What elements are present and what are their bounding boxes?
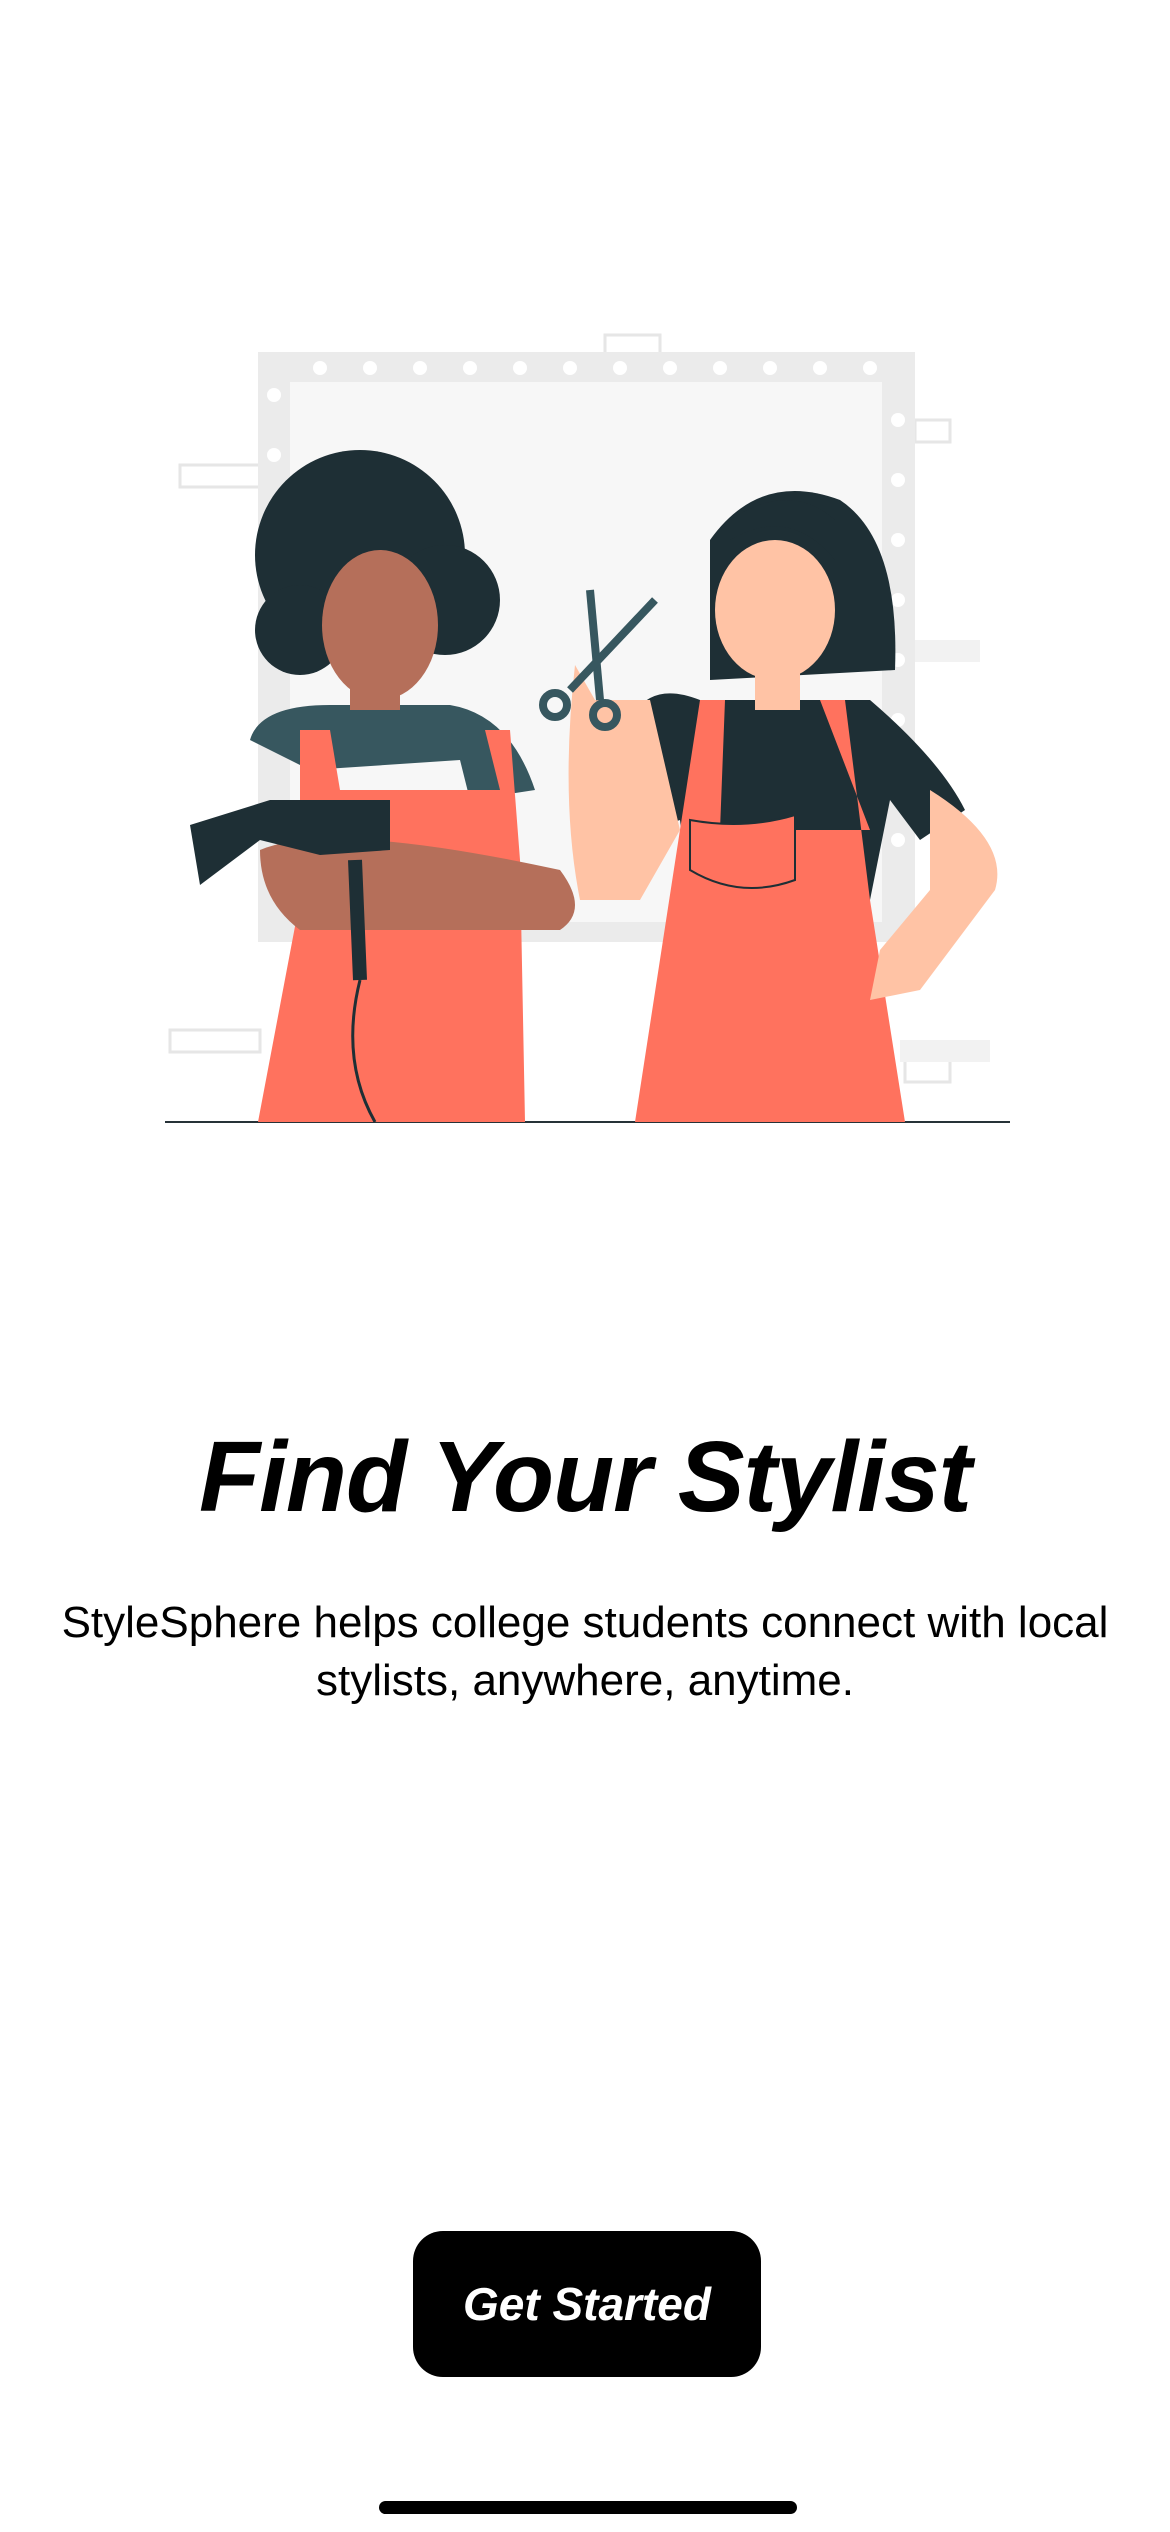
home-indicator[interactable]: [379, 2501, 797, 2514]
get-started-button[interactable]: Get Started: [413, 2231, 761, 2377]
onboarding-subtitle: StyleSphere helps college students conne…: [61, 1598, 1109, 1705]
stylists-illustration: [165, 333, 1010, 1123]
onboarding-title: Find Your Stylist: [199, 1421, 972, 1533]
